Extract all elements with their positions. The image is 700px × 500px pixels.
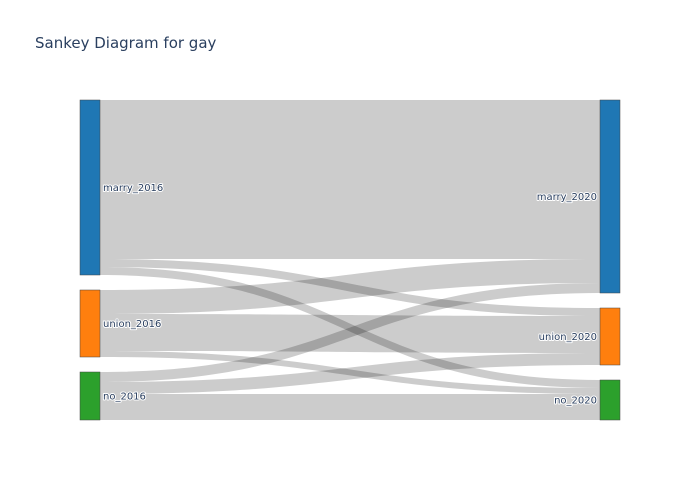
sankey-diagram: marry_2016 union_2016 no_2016 marry_2020uni… xyxy=(79,99,621,421)
sankey-links xyxy=(100,100,600,420)
node-label-marry_2020: marry_2020 xyxy=(537,192,597,203)
node-union_2020[interactable] xyxy=(599,307,621,366)
node-marry_2016[interactable] xyxy=(79,99,101,276)
node-label-no_2016: no_2016 xyxy=(103,392,146,403)
node-marry_2020[interactable] xyxy=(599,99,621,294)
node-label-union_2016: union_2016 xyxy=(103,319,161,330)
node-union_2016[interactable] xyxy=(79,289,101,358)
node-no_2016[interactable] xyxy=(79,371,101,421)
link-no_2016-to-no_2020 xyxy=(100,394,600,420)
node-label-marry_2016: marry_2016 xyxy=(103,183,163,194)
node-label-no_2020: no_2020 xyxy=(554,396,597,407)
link-marry_2016-to-marry_2020 xyxy=(100,100,600,259)
node-label-union_2020: union_2020 xyxy=(539,332,597,343)
node-no_2020[interactable] xyxy=(599,379,621,421)
